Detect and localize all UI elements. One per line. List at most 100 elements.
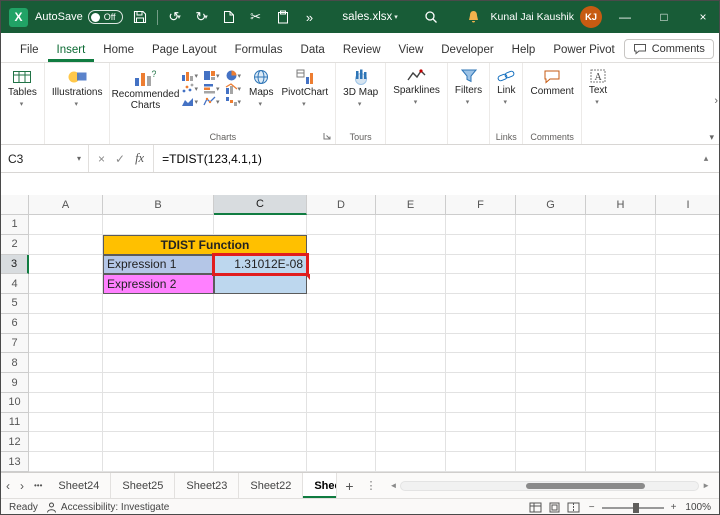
- cell-H8[interactable]: [586, 353, 656, 374]
- charts-dialog-launcher[interactable]: [323, 132, 331, 142]
- more-commands-button[interactable]: »: [300, 5, 320, 29]
- cell-E10[interactable]: [376, 392, 446, 413]
- cell-A6[interactable]: [29, 313, 103, 334]
- cell-G4[interactable]: [516, 274, 586, 295]
- select-all-button[interactable]: [1, 195, 29, 215]
- minimize-button[interactable]: —: [609, 1, 641, 33]
- cell-A8[interactable]: [29, 353, 103, 374]
- cell-H5[interactable]: [586, 294, 656, 314]
- pie-chart-button[interactable]: ▾: [225, 70, 241, 81]
- cell-I6[interactable]: [656, 314, 719, 334]
- cell-A10[interactable]: [29, 392, 103, 413]
- comments-button[interactable]: Comments: [623, 39, 714, 59]
- scroll-right-icon[interactable]: ►: [699, 481, 713, 490]
- page-layout-view-icon[interactable]: [548, 502, 561, 513]
- row-header-5[interactable]: 5: [1, 294, 29, 314]
- tab-help[interactable]: Help: [503, 37, 545, 62]
- cell-B1[interactable]: [103, 215, 214, 235]
- accessibility-status[interactable]: Accessibility: Investigate: [46, 502, 169, 513]
- cell-F9[interactable]: [446, 373, 516, 393]
- cell-H12[interactable]: [586, 432, 656, 453]
- cell-A9[interactable]: [29, 373, 103, 393]
- cell-A5[interactable]: [29, 294, 103, 314]
- cell-E8[interactable]: [376, 353, 446, 374]
- cell-B13[interactable]: [103, 452, 214, 472]
- cell-F7[interactable]: [446, 333, 516, 354]
- sheet-tab-active[interactable]: Shee: [303, 473, 338, 498]
- cell-D9[interactable]: [307, 373, 376, 393]
- scroll-left-icon[interactable]: ◄: [387, 481, 401, 490]
- cell-C11[interactable]: [214, 412, 307, 433]
- cell-H4[interactable]: [586, 274, 656, 295]
- column-header-B[interactable]: B: [103, 195, 214, 215]
- scrollbar-track[interactable]: [400, 480, 700, 491]
- cell-I12[interactable]: [656, 432, 719, 453]
- tab-insert[interactable]: Insert: [48, 37, 95, 62]
- column-header-A[interactable]: A: [29, 195, 103, 215]
- cell-G9[interactable]: [516, 373, 586, 393]
- cell-E12[interactable]: [376, 432, 446, 453]
- column-header-H[interactable]: H: [586, 195, 656, 215]
- cell-G5[interactable]: [516, 294, 586, 314]
- sheet-options-button[interactable]: ⋮: [362, 473, 381, 498]
- column-header-G[interactable]: G: [516, 195, 586, 215]
- cell-B11[interactable]: [103, 412, 214, 433]
- sheet-tab-sheet23[interactable]: Sheet23: [175, 473, 240, 498]
- cell-C12[interactable]: [214, 432, 307, 453]
- cell-E11[interactable]: [376, 412, 446, 433]
- cell-F1[interactable]: [446, 215, 516, 235]
- cell-C7[interactable]: [214, 333, 307, 354]
- page-break-view-icon[interactable]: [567, 502, 580, 513]
- undo-button[interactable]: ↺ ▾: [165, 5, 185, 29]
- cell-F10[interactable]: [446, 392, 516, 413]
- cell-F5[interactable]: [446, 294, 516, 314]
- document-button[interactable]: [219, 5, 239, 29]
- cell-G1[interactable]: [516, 215, 586, 235]
- cell-I10[interactable]: [656, 393, 719, 413]
- recommended-charts-button[interactable]: ? Recommended Charts: [112, 65, 180, 112]
- cell-E6[interactable]: [376, 313, 446, 334]
- row-header-12[interactable]: 12: [1, 432, 29, 453]
- column-header-I[interactable]: I: [656, 195, 719, 215]
- notifications-button[interactable]: [464, 5, 484, 29]
- column-header-C[interactable]: C: [214, 195, 307, 215]
- cell-C10[interactable]: [214, 392, 307, 413]
- cell-C4[interactable]: [214, 274, 307, 295]
- cell-D2[interactable]: [307, 234, 376, 255]
- cell-I11[interactable]: [656, 413, 719, 433]
- insert-function-button[interactable]: fx: [135, 151, 144, 166]
- autosave-toggle[interactable]: AutoSave Off: [35, 10, 123, 24]
- cell-C9[interactable]: [214, 373, 307, 393]
- cell-I4[interactable]: [656, 274, 719, 295]
- 3d-map-button[interactable]: 3D Map ▾: [339, 65, 382, 109]
- cell-I13[interactable]: [656, 452, 719, 472]
- filters-button[interactable]: Filters ▾: [451, 65, 486, 107]
- cell-E3[interactable]: [376, 254, 446, 275]
- cell-A4[interactable]: [29, 274, 103, 295]
- cell-A7[interactable]: [29, 333, 103, 354]
- line-chart-button[interactable]: ▾: [203, 96, 220, 107]
- avatar[interactable]: KJ: [580, 6, 603, 28]
- cell-A11[interactable]: [29, 412, 103, 433]
- cell-H1[interactable]: [586, 215, 656, 235]
- cell-D7[interactable]: [307, 333, 376, 354]
- cell-B9[interactable]: [103, 373, 214, 393]
- cell-B5[interactable]: [103, 294, 214, 314]
- cell-A3[interactable]: [29, 254, 103, 275]
- zoom-slider[interactable]: [601, 502, 664, 513]
- cell-I8[interactable]: [656, 353, 719, 374]
- scrollbar-thumb[interactable]: [526, 482, 645, 489]
- link-button[interactable]: Link ▾: [493, 65, 519, 107]
- cell-E2[interactable]: [376, 234, 446, 255]
- bar-chart-button[interactable]: ▾: [203, 83, 220, 94]
- cell-I3[interactable]: [656, 255, 719, 275]
- cell-H10[interactable]: [586, 392, 656, 413]
- illustrations-button[interactable]: Illustrations ▾: [48, 65, 107, 109]
- column-chart-button[interactable]: ▾: [181, 70, 198, 81]
- cell-B12[interactable]: [103, 432, 214, 453]
- column-header-D[interactable]: D: [307, 195, 376, 215]
- scatter-chart-button[interactable]: ▾: [181, 83, 198, 94]
- cell-H2[interactable]: [586, 234, 656, 255]
- cell-D1[interactable]: [307, 215, 376, 235]
- maps-button[interactable]: Maps ▾: [245, 65, 277, 109]
